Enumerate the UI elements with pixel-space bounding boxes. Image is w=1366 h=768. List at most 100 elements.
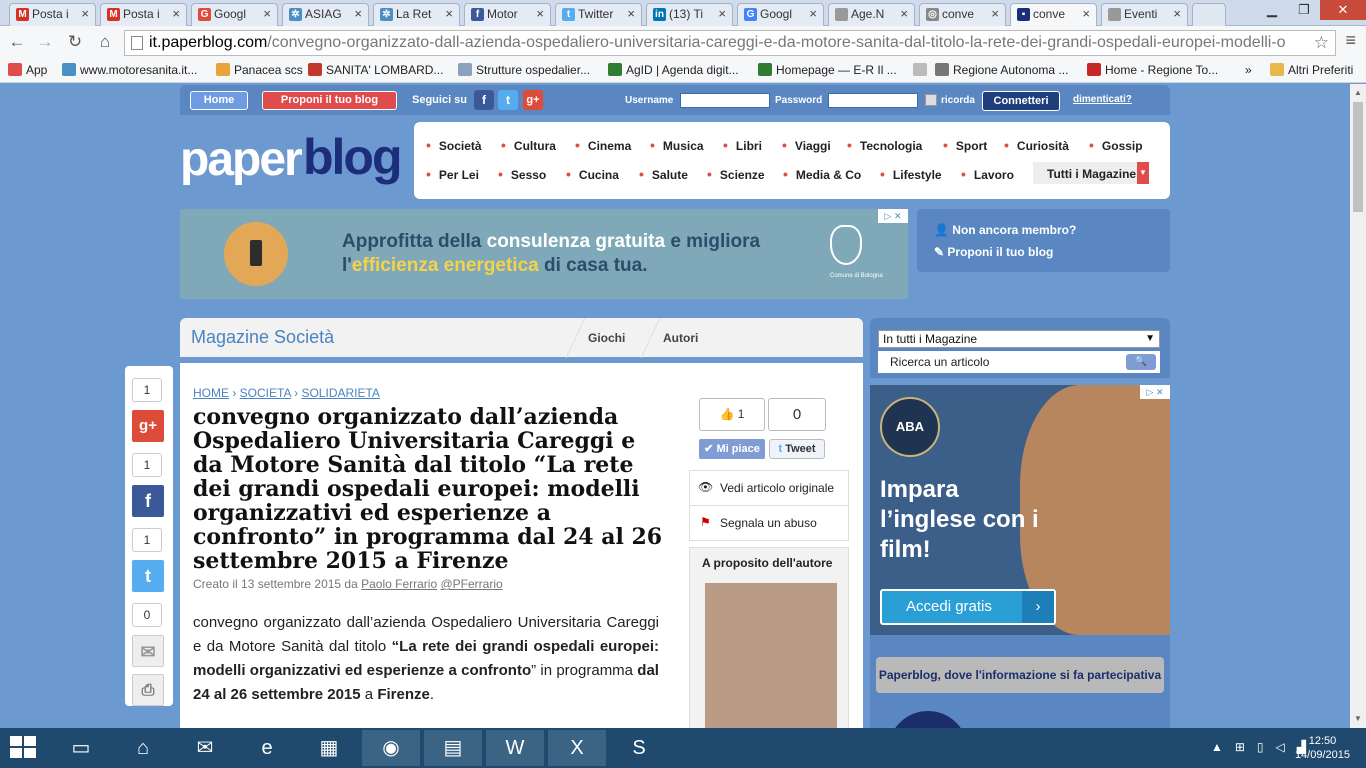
bookmark-item[interactable]: Regione Autonoma ... bbox=[935, 63, 1068, 77]
home-button[interactable]: Home bbox=[190, 91, 248, 110]
address-bar[interactable]: it.paperblog.com/convegno-organizzato-da… bbox=[124, 30, 1336, 56]
chevron-up-icon[interactable]: ▲ bbox=[1211, 740, 1223, 754]
magazine-select[interactable]: In tutti i Magazine ▼ bbox=[878, 330, 1160, 348]
category-link[interactable]: Lifestyle bbox=[880, 166, 942, 182]
menu-icon[interactable]: ≡ bbox=[1345, 30, 1356, 51]
google-plus-share-icon[interactable]: g+ bbox=[132, 410, 164, 442]
bookmark-item[interactable]: Homepage — E-R Il ... bbox=[758, 63, 897, 77]
bookmark-item[interactable]: Panacea scs bbox=[216, 63, 303, 77]
not-member-link[interactable]: 👤 Non ancora membro? bbox=[934, 223, 1076, 237]
bookmark-item[interactable]: Home - Regione To... bbox=[1087, 63, 1218, 77]
browser-tab[interactable]: ◎ conve × bbox=[919, 3, 1006, 26]
close-tab-icon[interactable]: × bbox=[809, 6, 817, 21]
bookmark-item[interactable]: www.motoresanita.it... bbox=[62, 63, 197, 77]
search-input[interactable]: Ricerca un articolo 🔍 bbox=[878, 351, 1160, 373]
browser-tab[interactable]: G Googl × bbox=[191, 3, 278, 26]
bookmark-item[interactable]: SANITA' LOMBARD... bbox=[308, 63, 443, 77]
mail-app-icon[interactable]: ✉ bbox=[176, 730, 234, 766]
close-tab-icon[interactable]: × bbox=[627, 6, 635, 21]
close-tab-icon[interactable]: × bbox=[81, 6, 89, 21]
browser-tab[interactable]: in (13) Ti × bbox=[646, 3, 733, 26]
chrome-icon[interactable]: ◉ bbox=[362, 730, 420, 766]
category-link[interactable]: Cinema bbox=[575, 137, 631, 153]
username-input[interactable] bbox=[680, 93, 770, 108]
browser-tab[interactable]: Age.N × bbox=[828, 3, 915, 26]
lenovo-icon[interactable]: ▭ bbox=[52, 730, 110, 766]
category-link[interactable]: Salute bbox=[639, 166, 688, 182]
forward-icon[interactable]: → bbox=[34, 32, 56, 52]
like-button[interactable]: ✔ Mi piace bbox=[699, 439, 765, 459]
breadcrumb-societa[interactable]: SOCIETA bbox=[240, 386, 291, 400]
browser-tab[interactable]: M Posta i × bbox=[100, 3, 187, 26]
close-tab-icon[interactable]: × bbox=[1082, 6, 1090, 21]
ad-banner-energy[interactable]: Approfitta della consulenza gratuita e m… bbox=[180, 209, 908, 299]
propose-blog-link[interactable]: ✎ Proponi il tuo blog bbox=[934, 245, 1053, 259]
paperblog-logo[interactable]: paper blog bbox=[180, 128, 405, 188]
category-link[interactable]: Cultura bbox=[501, 137, 556, 153]
category-link[interactable]: Media & Co bbox=[783, 166, 861, 182]
close-window-icon[interactable]: ✕ bbox=[1320, 0, 1366, 20]
category-link[interactable]: Sport bbox=[943, 137, 987, 153]
browser-tab[interactable]: M Posta i × bbox=[9, 3, 96, 26]
google-plus-icon[interactable]: g+ bbox=[523, 90, 543, 110]
category-link[interactable]: Sesso bbox=[498, 166, 546, 182]
close-tab-icon[interactable]: × bbox=[354, 6, 362, 21]
store-icon[interactable]: ▦ bbox=[300, 730, 358, 766]
email-share-icon[interactable]: ✉ bbox=[132, 635, 164, 667]
bookmark-item[interactable]: App bbox=[8, 63, 47, 77]
category-link[interactable]: Tecnologia bbox=[847, 137, 922, 153]
category-link[interactable]: Per Lei bbox=[426, 166, 479, 182]
view-original-link[interactable]: 👁 Vedi articolo originale bbox=[689, 470, 849, 506]
all-magazines-dropdown[interactable]: Tutti i Magazine ▼ bbox=[1033, 162, 1149, 184]
word-icon[interactable]: W bbox=[486, 730, 544, 766]
clock[interactable]: 12:50 14/09/2015 bbox=[1295, 734, 1350, 762]
back-icon[interactable]: ← bbox=[6, 32, 28, 52]
breadcrumb-solidarieta[interactable]: SOLIDARIETA bbox=[301, 386, 379, 400]
scroll-down-icon[interactable]: ▼ bbox=[1354, 714, 1362, 723]
browser-tab[interactable]: ▪ conve × bbox=[1010, 3, 1097, 27]
close-tab-icon[interactable]: × bbox=[536, 6, 544, 21]
close-tab-icon[interactable]: × bbox=[991, 6, 999, 21]
twitter-icon[interactable]: t bbox=[498, 90, 518, 110]
page-scrollbar[interactable]: ▲ ▼ bbox=[1350, 84, 1366, 728]
tweet-button[interactable]: t Tweet bbox=[769, 439, 825, 459]
browser-tab[interactable]: Eventi × bbox=[1101, 3, 1188, 26]
remember-checkbox[interactable] bbox=[925, 94, 937, 106]
category-link[interactable]: Lavoro bbox=[961, 166, 1014, 182]
print-icon[interactable]: ⎙ bbox=[132, 674, 164, 706]
reload-icon[interactable]: ↻ bbox=[64, 32, 86, 52]
category-link[interactable]: Cucina bbox=[566, 166, 619, 182]
category-link[interactable]: Libri bbox=[723, 137, 762, 153]
new-tab-button[interactable] bbox=[1192, 3, 1226, 26]
browser-tab[interactable]: G Googl × bbox=[737, 3, 824, 26]
participative-banner[interactable]: Paperblog, dove l'informazione si fa par… bbox=[876, 657, 1164, 693]
category-link[interactable]: Gossip bbox=[1089, 137, 1143, 153]
close-tab-icon[interactable]: × bbox=[445, 6, 453, 21]
bookmark-item[interactable]: Altri Preferiti bbox=[1270, 63, 1353, 77]
maximize-icon[interactable]: ❐ bbox=[1288, 0, 1320, 20]
bookmark-item[interactable]: AgID | Agenda digit... bbox=[608, 63, 739, 77]
browser-tab[interactable]: f Motor × bbox=[464, 3, 551, 26]
adchoices-icon[interactable]: ▷ ✕ bbox=[1140, 385, 1170, 399]
bookmark-item[interactable]: Strutture ospedalier... bbox=[458, 63, 590, 77]
search-button[interactable]: 🔍 bbox=[1126, 354, 1156, 370]
adchoices-icon[interactable]: ▷ ✕ bbox=[878, 209, 908, 223]
author-link[interactable]: Paolo Ferrario bbox=[361, 577, 437, 591]
browser-tab[interactable]: ✲ ASIAG × bbox=[282, 3, 369, 26]
network-icon[interactable]: ⊞ bbox=[1235, 740, 1245, 754]
scroll-up-icon[interactable]: ▲ bbox=[1354, 88, 1362, 97]
bookmark-item[interactable] bbox=[913, 63, 931, 77]
bookmark-item[interactable]: » bbox=[1245, 63, 1252, 77]
scroll-thumb[interactable] bbox=[1353, 102, 1363, 212]
volume-icon[interactable]: ◁ bbox=[1276, 740, 1285, 754]
ad-cta-button[interactable]: Accedi gratis › bbox=[880, 589, 1056, 625]
file-explorer-icon[interactable]: ▤ bbox=[424, 730, 482, 766]
report-abuse-link[interactable]: ⚑ Segnala un abuso bbox=[689, 505, 849, 541]
password-input[interactable] bbox=[828, 93, 918, 108]
close-tab-icon[interactable]: × bbox=[172, 6, 180, 21]
close-tab-icon[interactable]: × bbox=[900, 6, 908, 21]
close-tab-icon[interactable]: × bbox=[718, 6, 726, 21]
close-tab-icon[interactable]: × bbox=[263, 6, 271, 21]
skype-icon[interactable]: S bbox=[610, 730, 668, 766]
breadcrumb-home[interactable]: HOME bbox=[193, 386, 229, 400]
